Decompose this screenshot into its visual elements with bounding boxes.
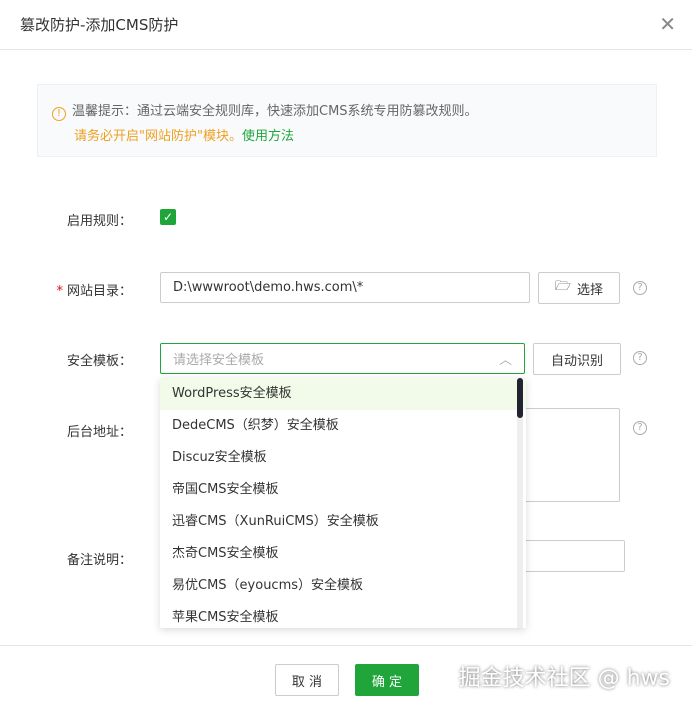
confirm-button[interactable]: 确 定 bbox=[355, 664, 419, 696]
tip-box: ! 温馨提示：通过云端安全规则库，快速添加CMS系统专用防篡改规则。 请务必开启"… bbox=[37, 84, 657, 157]
choose-button[interactable]: 🗁 选择 bbox=[538, 272, 620, 304]
folder-icon: 🗁 bbox=[554, 279, 572, 294]
template-dropdown: WordPress安全模板 DedeCMS（织梦）安全模板 Discuz安全模板… bbox=[160, 378, 526, 628]
option[interactable]: 易优CMS（eyoucms）安全模板 bbox=[160, 570, 526, 602]
tip-warning: 请务必开启"网站防护"模块。 bbox=[74, 129, 242, 144]
option[interactable]: WordPress安全模板 bbox=[160, 378, 526, 410]
option[interactable]: 帝国CMS安全模板 bbox=[160, 474, 526, 506]
option[interactable]: DedeCMS（织梦）安全模板 bbox=[160, 410, 526, 442]
chevron-up-icon: ︿ bbox=[498, 353, 512, 368]
note-label: 备注说明： bbox=[66, 553, 132, 568]
watermark: 掘金技术社区 @ hws bbox=[458, 666, 670, 691]
option[interactable]: 迅睿CMS（XunRuiCMS）安全模板 bbox=[160, 506, 526, 538]
dialog-header: 篡改防护-添加CMS防护 ✕ bbox=[0, 0, 692, 50]
dir-label: 网站目录： bbox=[66, 284, 132, 299]
scrollbar[interactable] bbox=[517, 378, 523, 628]
usage-link[interactable]: 使用方法 bbox=[242, 129, 294, 144]
dir-input[interactable]: D:\wwwroot\demo.hws.com\* bbox=[160, 272, 530, 303]
warning-icon: ! bbox=[52, 107, 66, 121]
dialog-title: 篡改防护-添加CMS防护 bbox=[20, 16, 179, 34]
admin-label: 后台地址： bbox=[66, 425, 132, 440]
template-label: 安全模板： bbox=[66, 354, 132, 369]
cancel-button[interactable]: 取 消 bbox=[275, 664, 339, 696]
auto-detect-button[interactable]: 自动识别 bbox=[533, 343, 621, 375]
close-icon[interactable]: ✕ bbox=[659, 12, 676, 36]
option[interactable]: 杰奇CMS安全模板 bbox=[160, 538, 526, 570]
tip-text: 温馨提示：通过云端安全规则库，快速添加CMS系统专用防篡改规则。 bbox=[72, 104, 478, 119]
help-icon[interactable]: ? bbox=[633, 421, 647, 435]
help-icon[interactable]: ? bbox=[633, 351, 647, 365]
choose-label: 选择 bbox=[577, 282, 604, 298]
template-placeholder: 请选择安全模板 bbox=[173, 353, 265, 368]
template-select[interactable]: 请选择安全模板 ︿ bbox=[160, 343, 525, 374]
option[interactable]: 苹果CMS安全模板 bbox=[160, 602, 526, 628]
option[interactable]: Discuz安全模板 bbox=[160, 442, 526, 474]
enable-checkbox[interactable]: ✓ bbox=[160, 209, 176, 225]
help-icon[interactable]: ? bbox=[633, 281, 647, 295]
enable-label: 启用规则： bbox=[66, 214, 132, 229]
